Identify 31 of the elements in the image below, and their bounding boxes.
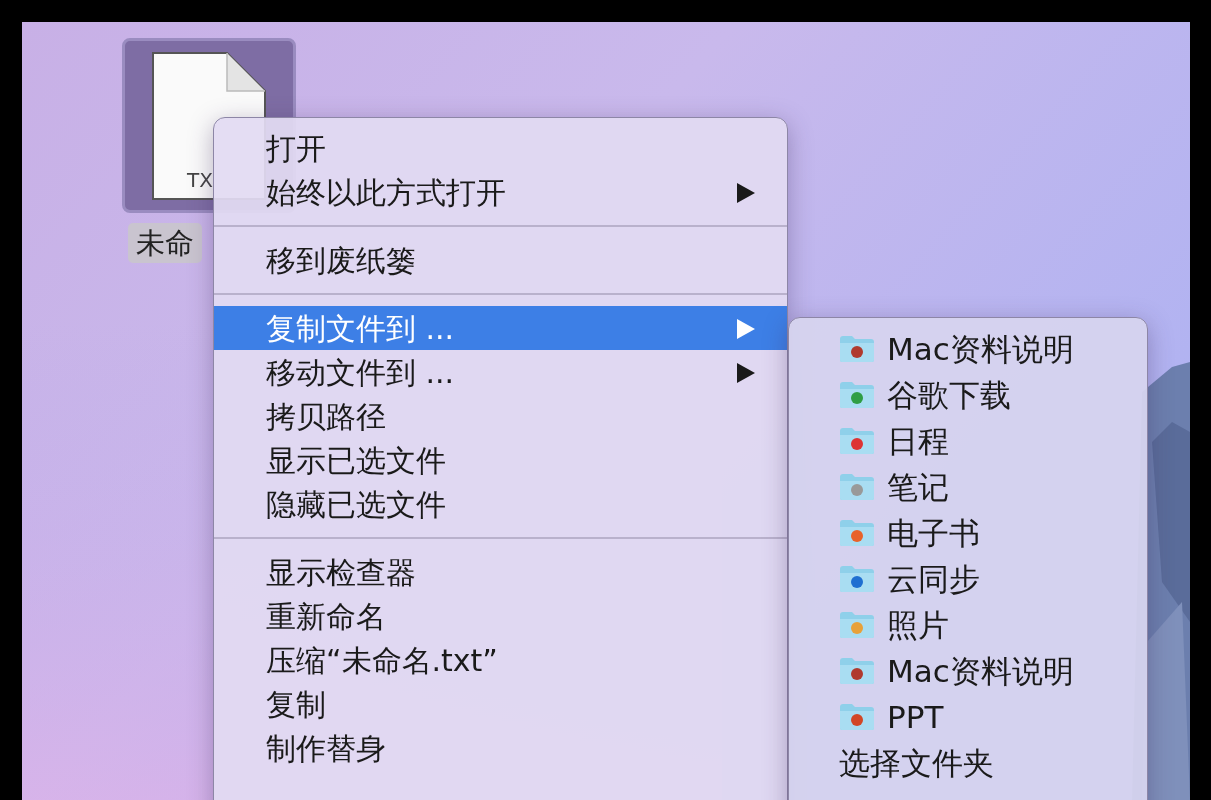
menu-item[interactable]: 显示检查器 [214, 550, 787, 594]
menu-item[interactable]: 隐藏已选文件 [214, 482, 787, 526]
folder-icon [839, 381, 875, 409]
submenu-item[interactable]: Mac资料说明 [789, 326, 1147, 372]
file-name: 未命 [128, 223, 202, 263]
menu-item[interactable]: 复制文件到 ... [214, 306, 787, 350]
menu-item[interactable]: 制作替身 [214, 726, 787, 770]
submenu-item[interactable]: 云同步 [789, 556, 1147, 602]
folder-icon [839, 473, 875, 501]
menu-item[interactable]: 显示已选文件 [214, 438, 787, 482]
submenu-item[interactable]: 照片 [789, 602, 1147, 648]
submenu-item[interactable]: PPT [789, 694, 1147, 740]
submenu-item[interactable]: 谷歌下载 [789, 372, 1147, 418]
submenu-item[interactable]: 电子书 [789, 510, 1147, 556]
folder-icon [839, 519, 875, 547]
menu-item[interactable]: 复制 [214, 682, 787, 726]
menu-item[interactable]: 移到废纸篓 [214, 238, 787, 282]
folder-icon [839, 427, 875, 455]
folder-icon [839, 657, 875, 685]
menu-item[interactable]: 拷贝路径 [214, 394, 787, 438]
menu-item[interactable]: 移动文件到 ... [214, 350, 787, 394]
submenu-item[interactable]: 笔记 [789, 464, 1147, 510]
folder-icon [839, 335, 875, 363]
folder-icon [839, 611, 875, 639]
menu-item[interactable]: 重新命名 [214, 594, 787, 638]
folder-icon [839, 703, 875, 731]
submenu-item[interactable]: 选择文件夹 [789, 740, 1147, 786]
folder-icon [839, 565, 875, 593]
menu-item[interactable]: 压缩“未命名.txt” [214, 638, 787, 682]
submenu-item[interactable]: Mac资料说明 [789, 648, 1147, 694]
submenu-item[interactable]: 日程 [789, 418, 1147, 464]
